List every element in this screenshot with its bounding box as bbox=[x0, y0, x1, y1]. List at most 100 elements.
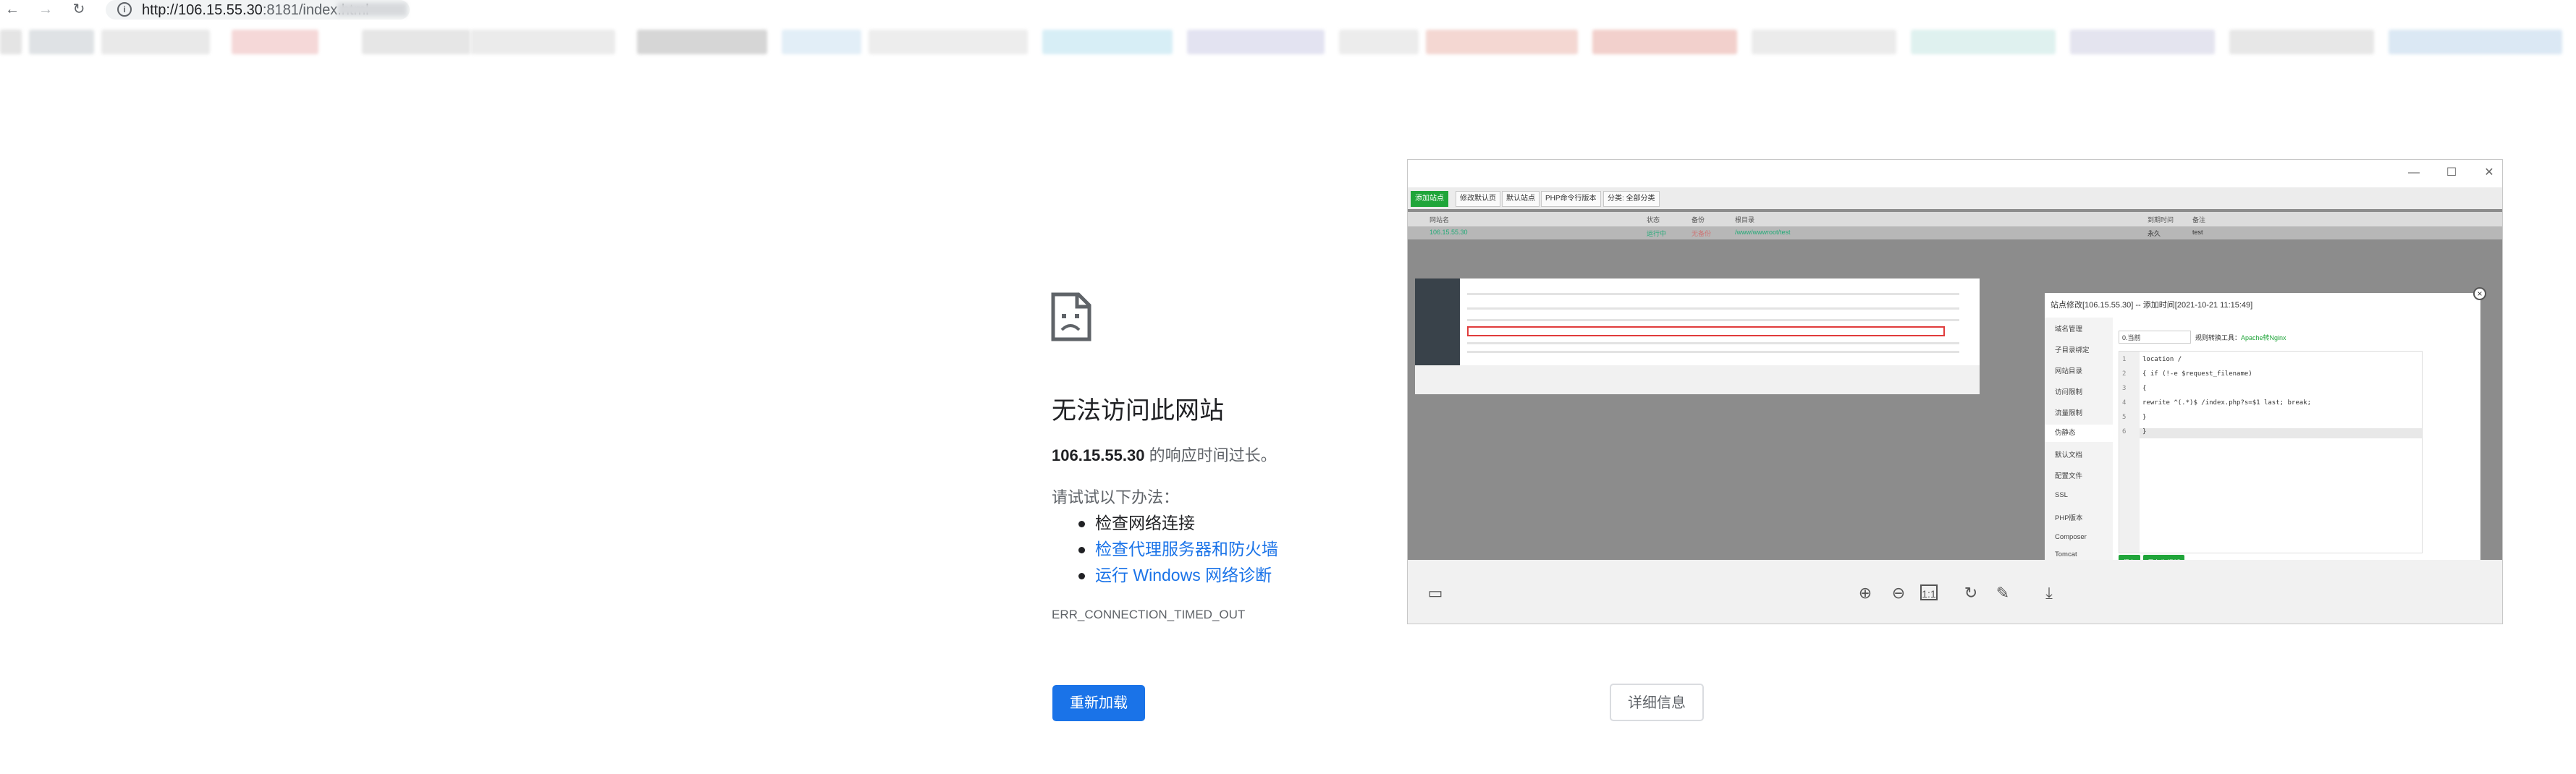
dialog-menu: 域名管理 子目录绑定 网站目录 访问限制 流量限制 伪静态 默认文档 配置文件 … bbox=[2045, 318, 2113, 560]
menu-subdir[interactable]: 子目录绑定 bbox=[2055, 344, 2090, 354]
menu-composer[interactable]: Composer bbox=[2055, 533, 2087, 541]
nested-line bbox=[1467, 351, 1959, 353]
site-backup[interactable]: 无备份 bbox=[1692, 229, 1711, 238]
menu-access-limit[interactable]: 访问限制 bbox=[2055, 386, 2082, 396]
zoom-out-icon[interactable]: ⊖ bbox=[1888, 583, 1909, 603]
menu-default-doc[interactable]: 默认文档 bbox=[2055, 449, 2082, 459]
rotate-icon[interactable]: ↻ bbox=[1961, 583, 1981, 603]
category-select[interactable]: 分类: 全部分类 bbox=[1603, 191, 1660, 207]
rule-tool-label: 规则转换工具： bbox=[2195, 334, 2242, 341]
rewrite-editor[interactable]: 1 2 3 4 5 6 location / { if (!-e $reques… bbox=[2119, 351, 2423, 553]
reload-button[interactable]: 重新加载 bbox=[1052, 685, 1145, 721]
default-site-button[interactable]: 默认站点 bbox=[1502, 191, 1540, 207]
error-subtitle: 106.15.55.30 的响应时间过长。 bbox=[1052, 443, 1277, 466]
nested-line bbox=[1467, 342, 1959, 344]
menu-php[interactable]: PHP版本 bbox=[2055, 512, 2083, 522]
bookmark-item[interactable] bbox=[1187, 30, 1325, 54]
menu-traffic-limit[interactable]: 流量限制 bbox=[2055, 407, 2082, 417]
line-gutter bbox=[2119, 352, 2140, 553]
bookmark-item[interactable] bbox=[1339, 30, 1419, 54]
embedded-screenshot: — ☐ ✕ 添加站点 修改默认页 默认站点 PHP命令行版本 分类: 全部分类 … bbox=[1407, 159, 2503, 624]
site-root[interactable]: /www/wwwroot/test bbox=[1735, 229, 1791, 236]
code-line: { bbox=[2142, 385, 2147, 392]
bookmark-item[interactable] bbox=[1592, 30, 1737, 54]
bookmark-item[interactable] bbox=[1752, 30, 1896, 54]
code-line: location / bbox=[2142, 356, 2182, 363]
site-status[interactable]: 运行中 bbox=[1647, 229, 1666, 238]
reload-icon[interactable]: ↻ bbox=[69, 1, 88, 17]
rewrite-select[interactable]: 0.当前 bbox=[2119, 331, 2191, 344]
suggestion-item[interactable]: 运行 Windows 网络诊断 bbox=[1078, 561, 1272, 586]
dialog-close-icon[interactable]: × bbox=[2473, 287, 2486, 300]
zoom-in-icon[interactable]: ⊕ bbox=[1855, 583, 1875, 603]
bookmark-item[interactable] bbox=[470, 30, 615, 54]
url-text[interactable]: http://106.15.55.30:8181/index.html bbox=[142, 2, 369, 19]
bookmark-item[interactable] bbox=[101, 30, 210, 54]
bookmark-item[interactable] bbox=[869, 30, 1028, 54]
line-number: 6 bbox=[2122, 428, 2127, 435]
details-button[interactable]: 详细信息 bbox=[1610, 684, 1704, 721]
bookmark-item[interactable] bbox=[0, 30, 22, 54]
suggestion-diagnostics-link[interactable]: 运行 Windows 网络诊断 bbox=[1095, 566, 1272, 584]
actual-size-icon[interactable]: 1:1 bbox=[1920, 584, 1938, 600]
viewer-image: 添加站点 修改默认页 默认站点 PHP命令行版本 分类: 全部分类 网站名 状态… bbox=[1408, 187, 2502, 571]
url-redaction bbox=[337, 3, 407, 16]
menu-site-dir[interactable]: 网站目录 bbox=[2055, 365, 2082, 375]
bullet-icon bbox=[1078, 521, 1085, 528]
forward-icon[interactable]: → bbox=[36, 1, 55, 17]
info-icon[interactable]: i bbox=[117, 2, 132, 17]
bookmark-item[interactable] bbox=[362, 30, 470, 54]
bookmark-item[interactable] bbox=[782, 30, 861, 54]
site-toolbar: 添加站点 修改默认页 默认站点 PHP命令行版本 分类: 全部分类 bbox=[1408, 187, 2502, 209]
close-icon[interactable]: ✕ bbox=[2480, 164, 2498, 182]
bookmark-item[interactable] bbox=[232, 30, 318, 54]
bookmark-item[interactable] bbox=[2389, 30, 2562, 54]
menu-domains[interactable]: 域名管理 bbox=[2055, 323, 2082, 333]
bookmark-item[interactable] bbox=[1426, 30, 1578, 54]
error-code: ERR_CONNECTION_TIMED_OUT bbox=[1052, 608, 1246, 621]
back-icon[interactable]: ← bbox=[3, 1, 22, 17]
menu-ssl[interactable]: SSL bbox=[2055, 491, 2068, 499]
minimize-icon[interactable]: — bbox=[2405, 164, 2423, 182]
code-line: { if (!-e $request_filename) bbox=[2142, 370, 2252, 378]
suggestion-item: 检查网络连接 bbox=[1078, 509, 1195, 534]
col-root: 根目录 bbox=[1735, 216, 1755, 224]
php-cli-button[interactable]: PHP命令行版本 bbox=[1541, 191, 1601, 207]
suggestion-check-proxy-link[interactable]: 检查代理服务器和防火墙 bbox=[1095, 540, 1278, 558]
site-expire: 永久 bbox=[2148, 230, 2161, 237]
maximize-icon[interactable]: ☐ bbox=[2443, 164, 2460, 182]
sidebar-toggle-icon[interactable]: ▭ bbox=[1425, 583, 1445, 603]
edit-default-page-button[interactable]: 修改默认页 bbox=[1456, 191, 1500, 207]
nested-line bbox=[1467, 319, 1959, 321]
bookmark-item[interactable] bbox=[1042, 30, 1173, 54]
menu-config[interactable]: 配置文件 bbox=[2055, 470, 2082, 480]
nested-sidebar bbox=[1415, 278, 1460, 365]
url-host: 106.15.55.30 bbox=[178, 2, 263, 18]
viewer-titlebar: — ☐ ✕ bbox=[1408, 160, 2502, 188]
site-table-header: 网站名 状态 备份 根目录 到期时间 备注 bbox=[1408, 212, 2502, 226]
bullet-icon bbox=[1078, 547, 1085, 554]
bookmark-item[interactable] bbox=[637, 30, 767, 54]
bookmark-item[interactable] bbox=[1911, 30, 2056, 54]
bookmark-item[interactable] bbox=[29, 30, 94, 54]
error-host: 106.15.55.30 bbox=[1052, 446, 1145, 464]
add-site-button[interactable]: 添加站点 bbox=[1411, 191, 1448, 207]
bookmark-item[interactable] bbox=[2229, 30, 2374, 54]
nested-footer bbox=[1415, 365, 1980, 394]
menu-tomcat[interactable]: Tomcat bbox=[2055, 550, 2077, 558]
bookmarks-bar bbox=[0, 26, 2576, 58]
bookmark-item[interactable] bbox=[2070, 30, 2215, 54]
suggestion-item[interactable]: 检查代理服务器和防火墙 bbox=[1078, 535, 1278, 560]
col-status: 状态 bbox=[1647, 216, 1660, 224]
download-icon[interactable]: ⤓ bbox=[2039, 583, 2059, 603]
site-edit-dialog: 站点修改[106.15.55.30] -- 添加时间[2021-10-21 11… bbox=[2045, 287, 2486, 571]
site-name[interactable]: 106.15.55.30 bbox=[1430, 229, 1468, 236]
site-note: test bbox=[2192, 229, 2203, 236]
line-number: 3 bbox=[2122, 385, 2127, 392]
browser-toolbar: ← → ↻ i http://106.15.55.30:8181/index.h… bbox=[0, 0, 2576, 20]
edit-icon[interactable]: ✎ bbox=[1993, 583, 2013, 603]
nested-screenshot bbox=[1415, 278, 1980, 394]
menu-rewrite[interactable]: 伪静态 bbox=[2045, 425, 2113, 442]
apache-to-nginx-link[interactable]: Apache转Nginx bbox=[2241, 334, 2286, 341]
viewer-toolbar: ▭ ⊕ ⊖ 1:1 ↻ ✎ ⤓ bbox=[1408, 560, 2502, 624]
